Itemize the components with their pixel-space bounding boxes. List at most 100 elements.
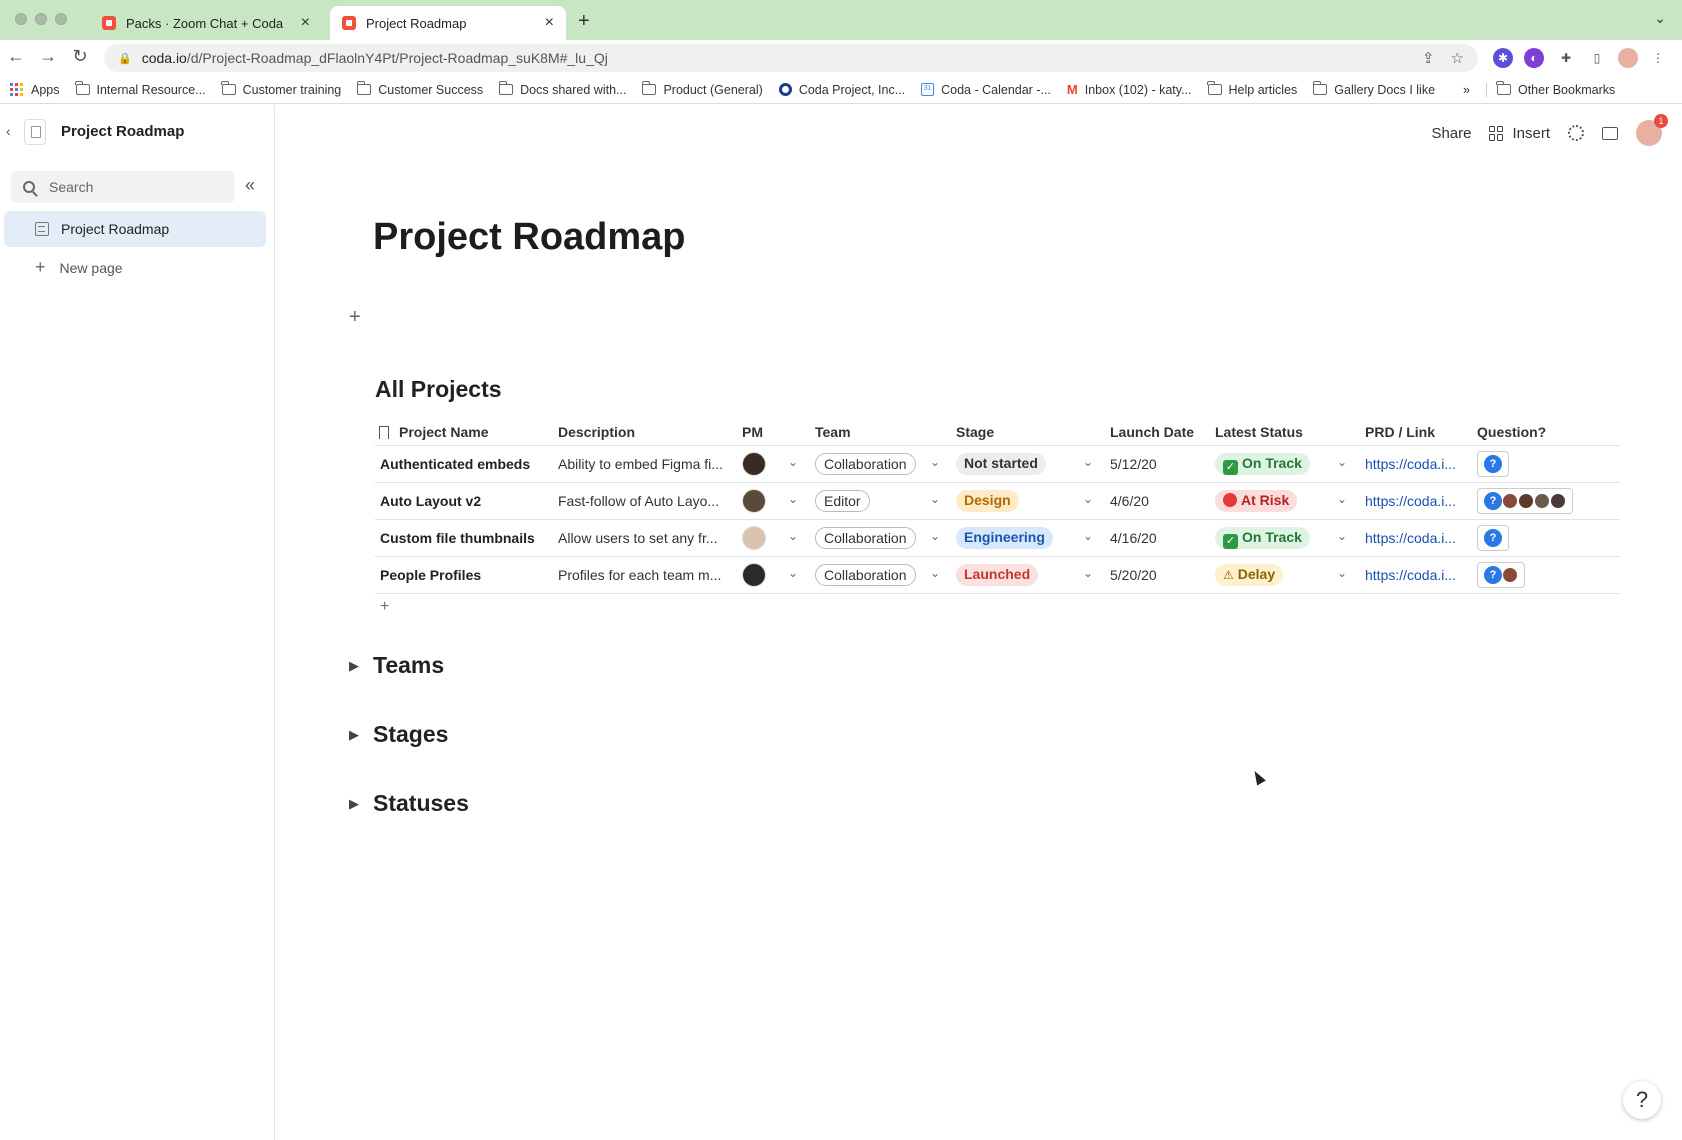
close-tab-icon[interactable]: × xyxy=(545,14,554,32)
launch-date-cell[interactable]: 5/20/20 xyxy=(1110,567,1157,583)
expand-triangle-icon[interactable]: ▶ xyxy=(349,727,359,743)
table-row[interactable]: People Profiles Profiles for each team m.… xyxy=(375,557,1620,594)
team-pill[interactable]: Collaboration xyxy=(815,564,916,586)
prd-link[interactable]: https://coda.i... xyxy=(1365,493,1456,509)
close-tab-icon[interactable]: × xyxy=(301,14,310,32)
pm-avatar[interactable] xyxy=(742,452,766,476)
chevron-down-icon[interactable]: ⌄ xyxy=(1083,455,1093,469)
chevron-down-icon[interactable]: ⌄ xyxy=(930,455,940,469)
bookmark-folder[interactable]: Internal Resource... xyxy=(75,81,206,97)
profile-avatar[interactable] xyxy=(1618,48,1638,68)
pm-avatar[interactable] xyxy=(742,489,766,513)
question-cell[interactable]: ? xyxy=(1477,451,1509,477)
question-cell[interactable]: ? xyxy=(1477,562,1525,588)
column-header-latest-status[interactable]: Latest Status xyxy=(1215,424,1303,440)
search-input[interactable]: Search xyxy=(11,171,235,203)
chevron-down-icon[interactable]: ⌄ xyxy=(788,529,798,543)
add-row-plus-icon[interactable]: + xyxy=(380,598,389,616)
team-pill[interactable]: Collaboration xyxy=(815,453,916,475)
share-button[interactable]: Share xyxy=(1431,125,1471,142)
collapse-sidebar-icon[interactable]: « xyxy=(245,175,255,196)
project-name-cell[interactable]: Custom file thumbnails xyxy=(380,530,555,546)
chevron-down-icon[interactable]: ⌄ xyxy=(788,455,798,469)
chevron-down-icon[interactable]: ⌄ xyxy=(788,492,798,506)
doc-title[interactable]: Project Roadmap xyxy=(61,123,184,140)
launch-date-cell[interactable]: 4/16/20 xyxy=(1110,530,1157,546)
column-header-launch-date[interactable]: Launch Date xyxy=(1110,424,1194,440)
project-name-cell[interactable]: Authenticated embeds xyxy=(380,456,555,472)
chevron-down-icon[interactable]: ⌄ xyxy=(788,566,798,580)
column-header-project-name[interactable]: Project Name xyxy=(379,424,488,440)
bookmarks-overflow-button[interactable]: » xyxy=(1463,83,1470,97)
table-row[interactable]: Authenticated embeds Ability to embed Fig… xyxy=(375,446,1620,483)
column-header-pm[interactable]: PM xyxy=(742,424,763,440)
stage-pill[interactable]: Not started xyxy=(956,453,1046,475)
table-title[interactable]: All Projects xyxy=(375,376,502,403)
page-title[interactable]: Project Roadmap xyxy=(373,216,686,259)
question-icon[interactable]: ? xyxy=(1484,566,1502,584)
share-page-icon[interactable]: ⇪ xyxy=(1422,49,1435,67)
insert-button[interactable]: Insert xyxy=(1489,125,1550,142)
status-pill[interactable]: ✓ On Track xyxy=(1215,453,1310,475)
description-cell[interactable]: Ability to embed Figma fi... xyxy=(558,456,733,472)
project-name-cell[interactable]: People Profiles xyxy=(380,567,555,583)
window-minimize-button[interactable] xyxy=(35,13,47,25)
description-cell[interactable]: Allow users to set any fr... xyxy=(558,530,733,546)
bookmark-folder[interactable]: Customer training xyxy=(221,81,341,97)
browser-tab-packs[interactable]: Packs · Zoom Chat + Coda × xyxy=(90,6,322,40)
browser-tab-project-roadmap[interactable]: Project Roadmap × xyxy=(330,6,566,40)
stage-pill[interactable]: Launched xyxy=(956,564,1039,586)
expand-triangle-icon[interactable]: ▶ xyxy=(349,796,359,812)
doc-icon[interactable] xyxy=(24,119,46,145)
bookmark-apps[interactable]: Apps xyxy=(10,83,60,97)
section-teams[interactable]: ▶ Teams xyxy=(349,652,444,679)
question-cell[interactable]: ? xyxy=(1477,488,1573,514)
bookmark-link[interactable]: M Inbox (102) - katy... xyxy=(1067,82,1192,97)
description-cell[interactable]: Fast-follow of Auto Layo... xyxy=(558,493,733,509)
extension-icon[interactable]: ◐ xyxy=(1524,48,1544,68)
insert-block-plus-icon[interactable]: + xyxy=(349,306,361,329)
chevron-down-icon[interactable]: ⌄ xyxy=(1337,455,1347,469)
question-icon[interactable]: ? xyxy=(1484,492,1502,510)
bookmark-folder[interactable]: Help articles xyxy=(1207,81,1297,97)
user-avatar-button[interactable]: 1 xyxy=(1636,114,1668,146)
window-zoom-button[interactable] xyxy=(55,13,67,25)
team-pill[interactable]: Editor xyxy=(815,490,870,512)
team-pill[interactable]: Collaboration xyxy=(815,527,916,549)
chevron-down-icon[interactable]: ⌄ xyxy=(930,566,940,580)
bookmark-link[interactable]: 31 Coda - Calendar -... xyxy=(921,83,1051,97)
table-row[interactable]: Auto Layout v2 Fast-follow of Auto Layo..… xyxy=(375,483,1620,520)
pm-avatar[interactable] xyxy=(742,526,766,550)
status-pill[interactable]: At Risk xyxy=(1215,490,1298,512)
help-button[interactable]: ? xyxy=(1623,1081,1661,1119)
chevron-down-icon[interactable]: ⌄ xyxy=(930,492,940,506)
bookmark-link[interactable]: Coda Project, Inc... xyxy=(778,83,905,97)
project-name-cell[interactable]: Auto Layout v2 xyxy=(380,493,555,509)
section-stages[interactable]: ▶ Stages xyxy=(349,721,448,748)
column-header-description[interactable]: Description xyxy=(558,424,635,440)
launch-date-cell[interactable]: 4/6/20 xyxy=(1110,493,1149,509)
bookmark-folder[interactable]: Docs shared with... xyxy=(498,81,626,97)
question-icon[interactable]: ? xyxy=(1484,529,1502,547)
settings-button[interactable] xyxy=(1568,125,1584,141)
chevron-down-icon[interactable]: ⌄ xyxy=(930,529,940,543)
status-pill[interactable]: ✓ On Track xyxy=(1215,527,1310,549)
prd-link[interactable]: https://coda.i... xyxy=(1365,530,1456,546)
stage-pill[interactable]: Design xyxy=(956,490,1019,512)
bookmark-folder[interactable]: Product (General) xyxy=(641,81,763,97)
extension-icon[interactable]: ✱ xyxy=(1493,48,1513,68)
chevron-down-icon[interactable]: ⌄ xyxy=(1083,492,1093,506)
launch-date-cell[interactable]: 5/12/20 xyxy=(1110,456,1157,472)
column-header-team[interactable]: Team xyxy=(815,424,851,440)
bookmark-star-icon[interactable]: ☆ xyxy=(1451,49,1464,67)
prd-link[interactable]: https://coda.i... xyxy=(1365,456,1456,472)
question-icon[interactable]: ? xyxy=(1484,455,1502,473)
column-header-prd-link[interactable]: PRD / Link xyxy=(1365,424,1435,440)
expand-triangle-icon[interactable]: ▶ xyxy=(349,658,359,674)
chevron-down-icon[interactable]: ⌄ xyxy=(1083,529,1093,543)
tab-search-chevron-icon[interactable]: ⌄ xyxy=(1654,10,1666,27)
reload-icon[interactable]: ↻ xyxy=(68,46,92,67)
other-bookmarks[interactable]: Other Bookmarks xyxy=(1485,81,1615,97)
forward-arrow-icon[interactable]: → xyxy=(36,46,60,67)
table-row[interactable]: Custom file thumbnails Allow users to set… xyxy=(375,520,1620,557)
